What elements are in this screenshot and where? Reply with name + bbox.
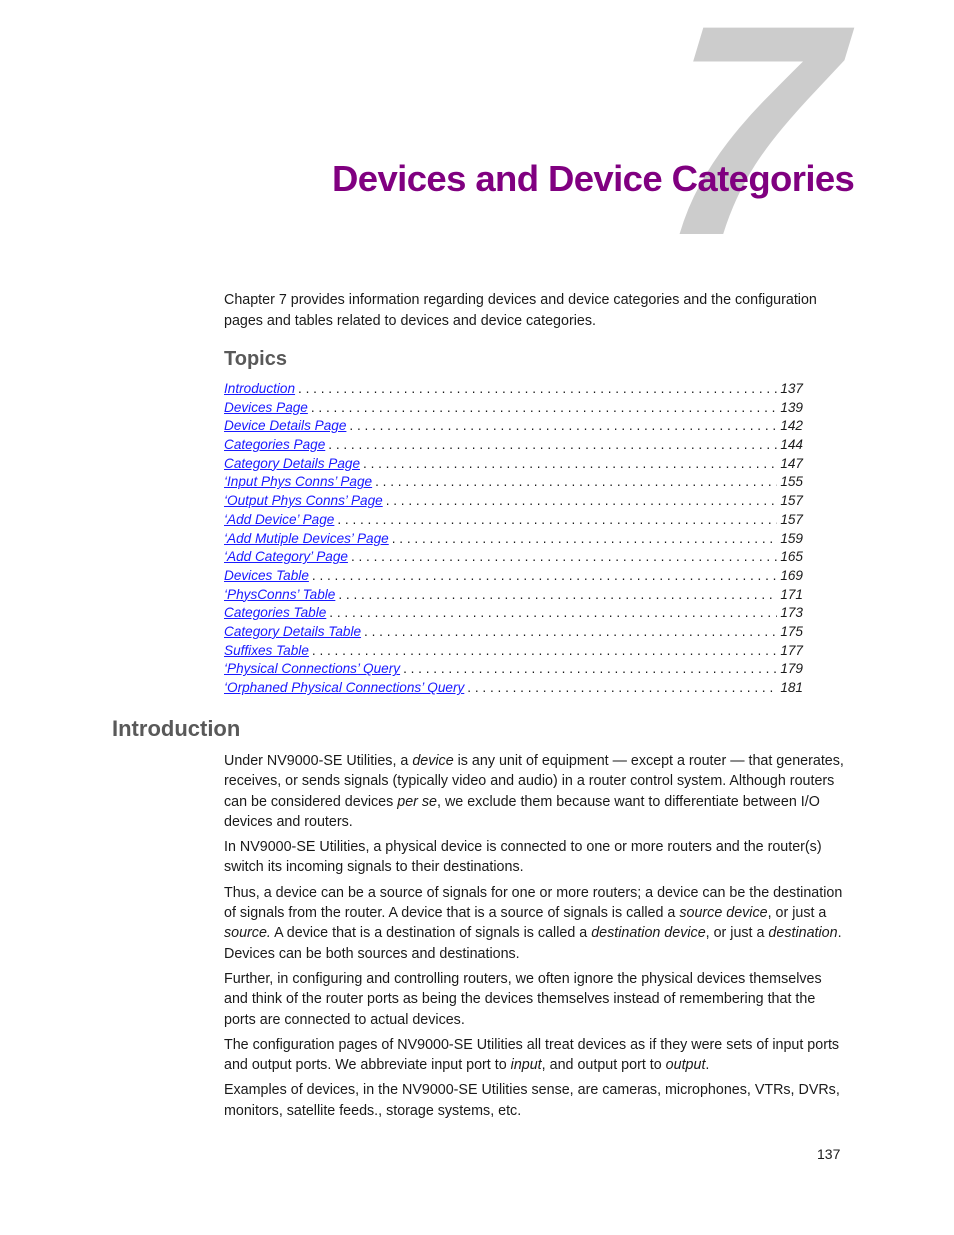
- toc-item: Suffixes Table 177: [224, 643, 803, 662]
- toc-item: ‘Add Mutiple Devices’ Page 159: [224, 531, 803, 550]
- toc-leader: [338, 587, 777, 602]
- text: , and output port to: [541, 1057, 666, 1074]
- toc-page-number: 177: [780, 642, 803, 658]
- toc-leader: [328, 437, 777, 452]
- toc-link[interactable]: ‘Output Phys Conns’ Page: [224, 493, 383, 508]
- emphasis: input: [510, 1057, 542, 1074]
- text: .: [705, 1057, 710, 1074]
- emphasis: source.: [224, 925, 271, 942]
- toc-link[interactable]: Device Details Page: [224, 418, 346, 433]
- toc-leader: [312, 643, 777, 658]
- toc-page-number: 157: [780, 493, 803, 509]
- toc-link[interactable]: Devices Table: [224, 568, 309, 583]
- emphasis: device: [412, 753, 454, 769]
- toc-leader: [375, 474, 777, 489]
- introduction-body: Under NV9000-SE Utilities, a device is a…: [224, 751, 844, 1126]
- paragraph-examples: Examples of devices, in the NV9000-SE Ut…: [224, 1082, 840, 1119]
- chapter-number: 7: [647, 0, 850, 298]
- emphasis: output: [665, 1057, 706, 1074]
- chapter-intro: Chapter 7 provides information regarding…: [224, 292, 817, 329]
- toc-leader: [298, 381, 777, 396]
- toc-page-number: 181: [780, 680, 803, 695]
- paragraph-device-definition: Under NV9000-SE Utilities, a device is a…: [224, 751, 844, 832]
- toc-page-number: 175: [780, 623, 803, 639]
- introduction-heading: Introduction: [112, 716, 241, 741]
- toc-item: Introduction 137: [224, 381, 803, 400]
- toc-page-number: 147: [780, 455, 803, 471]
- toc-leader: [363, 456, 777, 471]
- toc-link[interactable]: Category Details Table: [224, 624, 361, 639]
- toc-leader: [364, 624, 777, 639]
- chapter-title: Devices and Device Categories: [332, 158, 855, 199]
- toc-page-number: 155: [780, 474, 803, 490]
- toc-link[interactable]: Suffixes Table: [224, 643, 309, 658]
- toc-page-number: 173: [780, 605, 803, 621]
- toc-item: Device Details Page 142: [224, 418, 803, 437]
- toc-leader: [337, 512, 777, 527]
- toc-leader: [403, 661, 777, 676]
- toc-page-number: 139: [780, 399, 803, 415]
- toc-link[interactable]: Introduction: [224, 381, 295, 396]
- toc-leader: [351, 549, 777, 564]
- toc-link[interactable]: Categories Page: [224, 437, 325, 452]
- toc-item: Devices Page 139: [224, 400, 803, 419]
- toc-item: ‘Output Phys Conns’ Page 157: [224, 493, 803, 512]
- toc-page-number: 137: [780, 381, 803, 396]
- toc-item: Devices Table 169: [224, 568, 803, 587]
- text: , or just a: [767, 905, 827, 922]
- toc-page-number: 142: [780, 418, 803, 434]
- toc-link[interactable]: Devices Page: [224, 400, 308, 415]
- topics-heading: Topics: [224, 348, 287, 370]
- toc-link[interactable]: ‘Add Mutiple Devices’ Page: [224, 531, 389, 546]
- toc-link[interactable]: Category Details Page: [224, 456, 360, 471]
- toc-leader: [349, 418, 777, 433]
- table-of-contents: Introduction 137 Devices Page 139 Device D…: [224, 381, 803, 699]
- toc-page-number: 157: [780, 511, 803, 527]
- toc-link[interactable]: ‘Orphaned Physical Connections’ Query: [224, 680, 464, 695]
- toc-leader: [392, 531, 778, 546]
- toc-page-number: 144: [780, 437, 803, 453]
- paragraph-physical-device: In NV9000-SE Utilities, a physical devic…: [224, 839, 822, 876]
- toc-link[interactable]: Categories Table: [224, 605, 326, 620]
- emphasis: per se: [397, 793, 438, 810]
- toc-leader: [329, 605, 777, 620]
- emphasis: source device: [679, 905, 768, 922]
- toc-item: ‘PhysConns’ Table 171: [224, 587, 803, 606]
- toc-link[interactable]: ‘Input Phys Conns’ Page: [224, 474, 372, 489]
- toc-leader: [311, 400, 777, 415]
- toc-item: Category Details Page 147: [224, 456, 803, 475]
- toc-link[interactable]: ‘Add Device’ Page: [224, 512, 334, 527]
- toc-item: Categories Table 173: [224, 605, 803, 624]
- document-page: 7 Devices and Device Categories Chapter …: [0, 0, 954, 1235]
- text: Under NV9000-SE Utilities, a: [224, 753, 413, 769]
- page-number: 137: [817, 1146, 841, 1162]
- toc-leader: [467, 680, 777, 695]
- toc-link[interactable]: ‘Add Category’ Page: [224, 549, 348, 564]
- toc-leader: [312, 568, 777, 583]
- toc-page-number: 159: [780, 530, 803, 546]
- toc-page-number: 165: [780, 549, 803, 565]
- paragraph-router-ports: Further, in configuring and controlling …: [224, 970, 822, 1028]
- toc-item: Categories Page 144: [224, 437, 803, 456]
- text: A device that is a destination of signal…: [270, 925, 592, 942]
- toc-item: ‘Add Category’ Page 165: [224, 549, 803, 568]
- toc-link[interactable]: ‘Physical Connections’ Query: [224, 661, 400, 676]
- paragraph-source-destination: Thus, a device can be a source of signal…: [224, 883, 844, 964]
- toc-item: ‘Input Phys Conns’ Page 155: [224, 474, 803, 493]
- emphasis: destination: [768, 925, 838, 942]
- toc-item: ‘Add Device’ Page 157: [224, 512, 803, 531]
- toc-item: ‘Physical Connections’ Query 179: [224, 661, 803, 680]
- text: , or just a: [705, 925, 769, 942]
- toc-page-number: 171: [780, 586, 803, 602]
- paragraph-input-output: The configuration pages of NV9000-SE Uti…: [224, 1035, 844, 1076]
- toc-item: ‘Orphaned Physical Connections’ Query 181: [224, 680, 803, 699]
- toc-page-number: 169: [780, 567, 803, 583]
- emphasis: destination device: [591, 925, 706, 942]
- toc-link[interactable]: ‘PhysConns’ Table: [224, 587, 335, 602]
- toc-page-number: 179: [780, 661, 803, 677]
- toc-leader: [386, 493, 778, 508]
- toc-item: Category Details Table 175: [224, 624, 803, 643]
